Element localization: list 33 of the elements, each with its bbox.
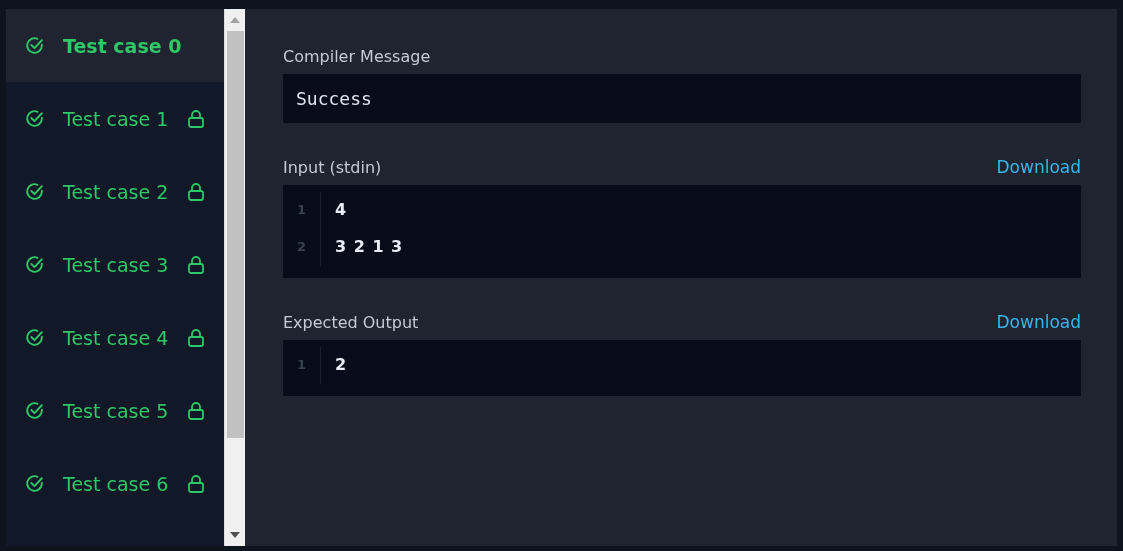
- section-title: Compiler Message: [283, 47, 431, 66]
- code-line: 2: [335, 354, 347, 376]
- lock-icon: [187, 108, 205, 129]
- download-link[interactable]: Download: [996, 312, 1081, 332]
- lock-icon: [187, 254, 205, 275]
- test-case-tab[interactable]: Test case 0: [6, 9, 224, 82]
- test-case-tab[interactable]: Test case 2: [6, 155, 224, 228]
- code-line: 3 2 1 3: [335, 236, 403, 258]
- download-link[interactable]: Download: [996, 157, 1081, 177]
- lock-icon: [187, 473, 205, 494]
- check-circle-icon: [24, 254, 45, 275]
- check-circle-icon: [24, 181, 45, 202]
- check-circle-icon: [24, 108, 45, 129]
- compiler-message: Success: [283, 74, 1081, 123]
- lock-icon: [187, 327, 205, 348]
- section-title: Expected Output: [283, 313, 419, 332]
- check-circle-icon: [24, 400, 45, 421]
- test-case-tab[interactable]: Test case 3: [6, 228, 224, 301]
- scrollbar-thumb[interactable]: [226, 31, 244, 438]
- test-case-tab[interactable]: Test case 4: [6, 301, 224, 374]
- scroll-down-icon[interactable]: [230, 532, 240, 538]
- check-circle-icon: [24, 35, 45, 56]
- lock-icon: [187, 181, 205, 202]
- test-case-tab[interactable]: Test case 1: [6, 82, 224, 155]
- section-title: Input (stdin): [283, 158, 382, 177]
- check-circle-icon: [24, 327, 45, 348]
- scroll-up-icon[interactable]: [230, 17, 240, 23]
- test-case-tab[interactable]: Test case 6: [6, 447, 224, 520]
- check-circle-icon: [24, 473, 45, 494]
- test-case-tab[interactable]: Test case 5: [6, 374, 224, 447]
- lock-icon: [187, 400, 205, 421]
- code-line: 4: [335, 199, 348, 221]
- scrollbar[interactable]: [224, 9, 245, 546]
